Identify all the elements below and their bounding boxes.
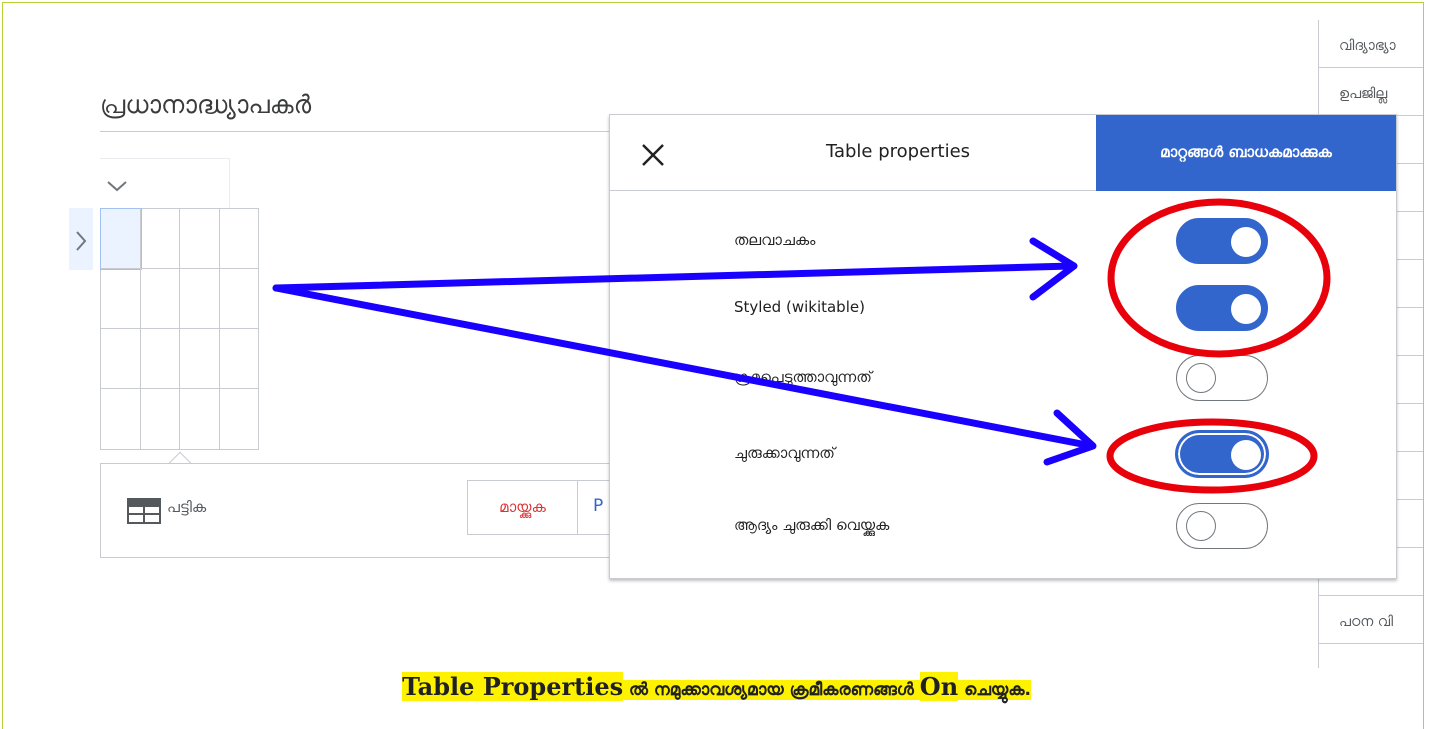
table-cell[interactable] bbox=[141, 389, 180, 449]
option-row: തലവാചകം bbox=[610, 211, 1396, 271]
caption-part-1: Table Properties bbox=[402, 672, 624, 701]
sidebar-item[interactable]: വിദ്യാഭ്യാ bbox=[1319, 20, 1423, 68]
option-label: ക്രമപ്പെടുത്താവുന്നത് bbox=[734, 368, 872, 386]
table-cell[interactable] bbox=[180, 269, 220, 329]
heading-divider bbox=[100, 131, 620, 132]
apply-changes-button[interactable]: മാറ്റങ്ങൾ ബാധകമാക്കുക bbox=[1096, 115, 1396, 191]
option-toggle-switch[interactable] bbox=[1176, 431, 1268, 477]
table-cell[interactable] bbox=[140, 329, 180, 389]
page-title: പ്രധാനാദ്ധ്യാപകർ bbox=[100, 90, 312, 119]
sidebar-item[interactable]: പഠന വി bbox=[1319, 596, 1423, 644]
table-grid[interactable] bbox=[100, 208, 259, 450]
caption-part-2: ൽ നമുക്കാവശ്യമായ ക്രമീകരണങ്ങൾ bbox=[623, 680, 920, 700]
option-label: തലവാചകം bbox=[734, 231, 816, 249]
option-label: ചുരുക്കാവുന്നത് bbox=[734, 444, 835, 462]
toggle-knob bbox=[1186, 511, 1216, 541]
table-cell[interactable] bbox=[140, 209, 180, 269]
option-row: ക്രമപ്പെടുത്താവുന്നത് bbox=[610, 348, 1396, 408]
instruction-caption: Table Properties ൽ നമുക്കാവശ്യമായ ക്രമീക… bbox=[0, 672, 1433, 701]
table-cell[interactable] bbox=[101, 389, 141, 449]
row-menu-chevron-icon[interactable] bbox=[74, 230, 88, 256]
table-cell[interactable] bbox=[219, 269, 259, 329]
table-cell[interactable] bbox=[101, 329, 141, 389]
table-cell[interactable] bbox=[180, 209, 220, 269]
option-toggle-switch[interactable] bbox=[1176, 503, 1268, 549]
table-cell[interactable] bbox=[220, 389, 260, 449]
table-cell[interactable] bbox=[219, 209, 259, 269]
dialog-header: Table properties മാറ്റങ്ങൾ ബാധകമാക്കുക bbox=[610, 115, 1396, 191]
option-row: Styled (wikitable) bbox=[610, 278, 1396, 338]
option-toggle-switch[interactable] bbox=[1176, 218, 1268, 264]
table-cell[interactable] bbox=[180, 389, 220, 449]
option-toggle-switch[interactable] bbox=[1176, 355, 1268, 401]
table-properties-dialog: Table properties മാറ്റങ്ങൾ ബാധകമാക്കുക ത… bbox=[609, 114, 1397, 579]
toggle-knob bbox=[1231, 227, 1261, 257]
table-cell[interactable] bbox=[101, 269, 141, 329]
option-label: ആദ്യം ചുരുക്കി വെയ്ക്കുക bbox=[734, 516, 890, 534]
column-menu-chevron-icon[interactable] bbox=[106, 178, 128, 197]
sidebar-item[interactable]: ഉപജില്ല bbox=[1319, 68, 1423, 116]
option-label: Styled (wikitable) bbox=[734, 298, 865, 316]
caption-part-4: ചെയ്യുക. bbox=[958, 680, 1031, 700]
caption-part-3: On bbox=[919, 672, 959, 701]
context-button-group: മായ്ക്കുക P bbox=[467, 480, 615, 535]
option-row: ചുരുക്കാവുന്നത് bbox=[610, 424, 1396, 484]
table-cell[interactable] bbox=[219, 329, 259, 389]
properties-button[interactable]: P bbox=[593, 496, 603, 516]
toggle-knob bbox=[1231, 294, 1261, 324]
option-toggle-switch[interactable] bbox=[1176, 285, 1268, 331]
toggle-knob bbox=[1231, 440, 1261, 470]
table-cell[interactable] bbox=[180, 329, 220, 389]
delete-table-button[interactable]: മായ്ക്കുക bbox=[468, 481, 578, 534]
table-icon bbox=[127, 498, 161, 528]
table-cell[interactable] bbox=[100, 208, 142, 270]
toggle-knob bbox=[1186, 363, 1216, 393]
option-row: ആദ്യം ചുരുക്കി വെയ്ക്കുക bbox=[610, 496, 1396, 556]
table-context-label: പട്ടിക bbox=[167, 498, 207, 516]
table-cell[interactable] bbox=[140, 269, 180, 329]
